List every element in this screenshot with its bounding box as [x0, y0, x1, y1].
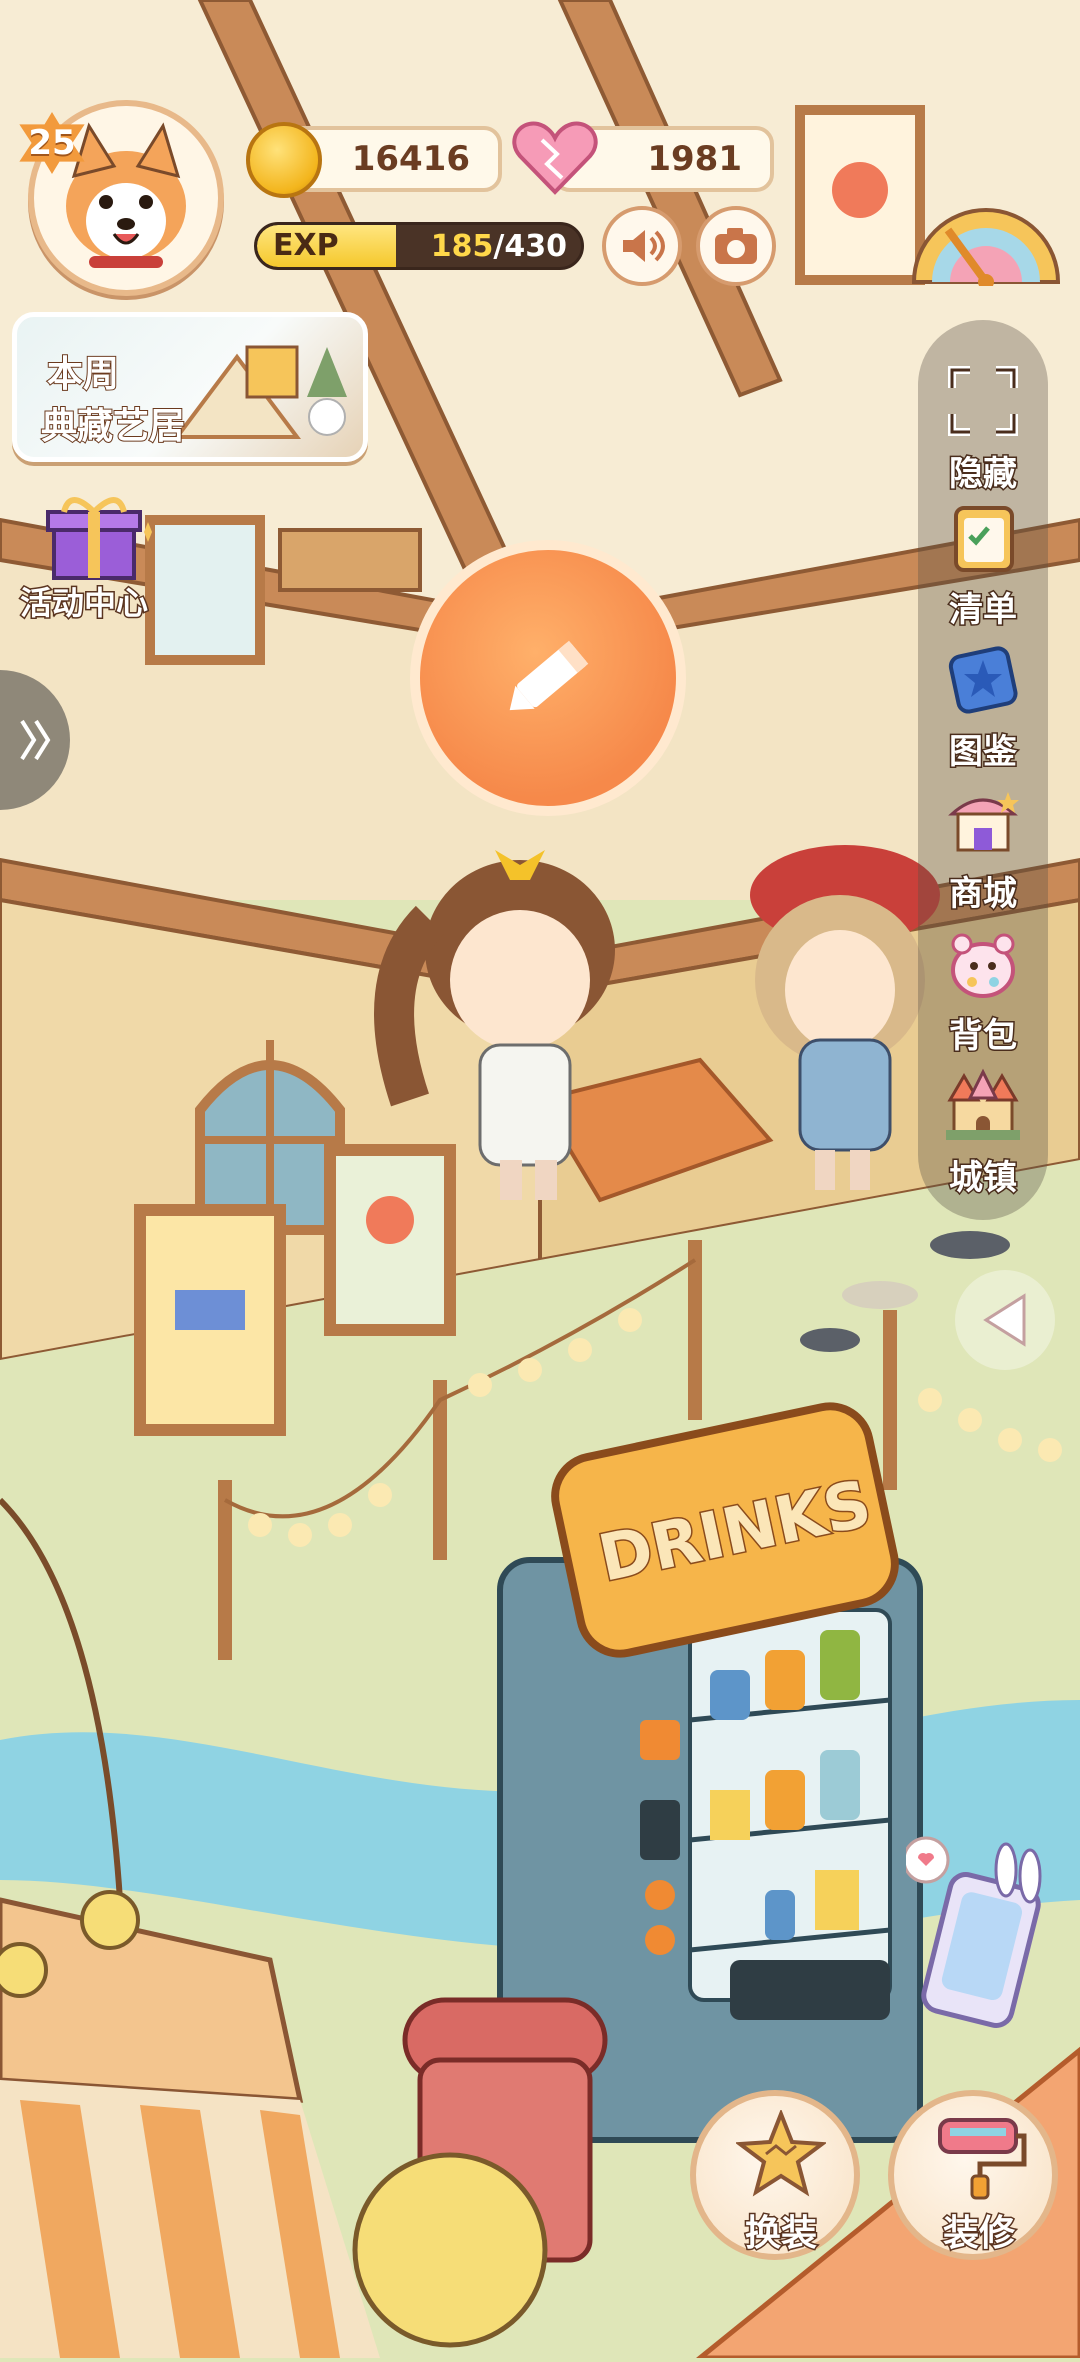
- decorate-button[interactable]: 装修: [888, 2090, 1058, 2260]
- collapse-arrow-button[interactable]: [955, 1270, 1055, 1370]
- camera-button[interactable]: [696, 206, 776, 286]
- menu-item-town[interactable]: 城镇: [918, 1068, 1048, 1208]
- menu-label-collection: 图鉴: [948, 731, 1019, 774]
- sound-button[interactable]: [602, 206, 682, 286]
- rainbow-gauge-icon[interactable]: [908, 196, 1064, 286]
- menu-item-shop[interactable]: 商城: [918, 784, 1048, 924]
- shop-icon: [948, 792, 1019, 852]
- menu-label-hide: 隐藏: [948, 453, 1019, 496]
- weekly-event-line1: 本周: [46, 353, 120, 396]
- castle-icon: [946, 1068, 1020, 1140]
- menu-label-town: 城镇: [948, 1157, 1019, 1200]
- weekly-event-line2: 典藏艺居: [40, 405, 186, 448]
- coin-icon: [246, 122, 322, 198]
- dress-up-label: 换装: [743, 2212, 818, 2256]
- triangle-left-icon: [983, 1293, 1026, 1347]
- exp-bar: EXP 185/430: [254, 222, 584, 270]
- bag-icon: [951, 933, 1015, 998]
- decorate-label: 装修: [941, 2212, 1016, 2256]
- exp-current: 185: [430, 229, 494, 264]
- speaker-icon: [623, 230, 665, 262]
- heart-value: 1981: [647, 139, 742, 179]
- camera-icon: [715, 228, 757, 264]
- weekly-event-card[interactable]: 本周 典藏艺居: [12, 312, 368, 462]
- exp-label: EXP: [273, 228, 339, 263]
- phone-icon[interactable]: [906, 1830, 1056, 2030]
- menu-item-bag[interactable]: 背包: [918, 926, 1048, 1066]
- menu-label-checklist: 清单: [948, 589, 1019, 632]
- fullscreen-icon: [948, 366, 1018, 436]
- activity-center-button[interactable]: 活动中心: [14, 492, 174, 624]
- star-outfit-icon: [736, 2110, 826, 2197]
- menu-item-checklist[interactable]: 清单: [918, 500, 1048, 640]
- snowy-house-icon: [173, 345, 347, 439]
- checklist-icon: [954, 506, 1014, 572]
- exp-value: 185/430: [431, 229, 567, 264]
- edit-button[interactable]: [410, 540, 686, 816]
- paint-roller-icon: [938, 2118, 1027, 2200]
- exp-max: /430: [493, 229, 567, 264]
- gift-box-icon: [46, 497, 152, 580]
- heart-gem-icon: [512, 121, 598, 195]
- star-book-icon: [948, 646, 1018, 714]
- chevron-right-icon: [20, 719, 51, 761]
- dress-up-button[interactable]: 换装: [690, 2090, 860, 2260]
- pencil-icon: [509, 640, 589, 711]
- coin-value: 16416: [351, 139, 470, 179]
- menu-label-shop: 商城: [948, 873, 1019, 916]
- activity-center-label: 活动中心: [18, 583, 149, 624]
- menu-label-bag: 背包: [948, 1015, 1019, 1058]
- menu-item-hide[interactable]: 隐藏: [918, 364, 1048, 504]
- menu-item-collection[interactable]: 图鉴: [918, 642, 1048, 782]
